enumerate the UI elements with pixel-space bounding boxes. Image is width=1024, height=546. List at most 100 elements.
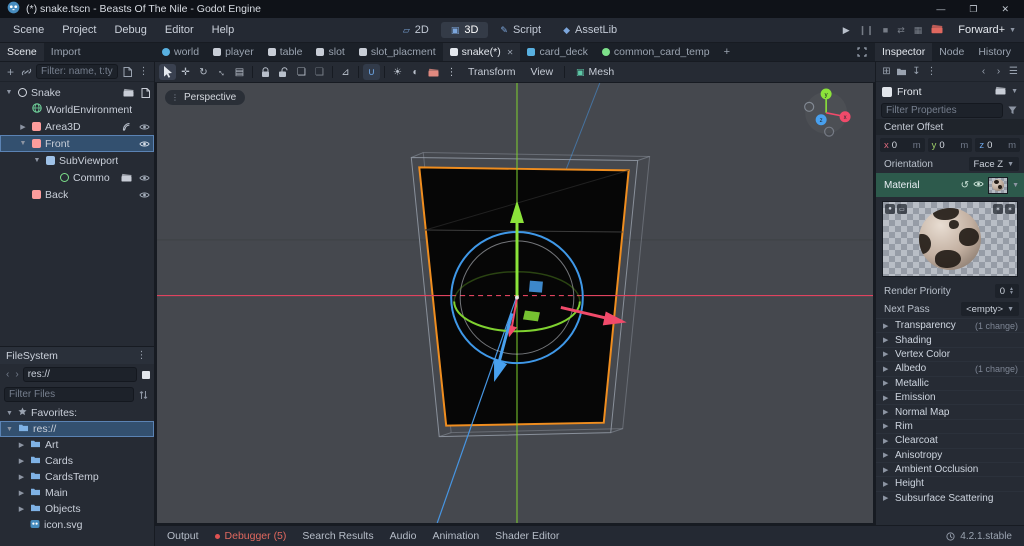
section-emission[interactable]: ▶ Emission <box>876 389 1024 404</box>
back-icon[interactable]: ‹ <box>4 369 11 380</box>
revert-icon[interactable]: ↺ <box>961 180 969 191</box>
section-albedo[interactable]: ▶ Albedo (1 change) <box>876 361 1024 375</box>
menu-debug[interactable]: Debug <box>105 21 155 39</box>
material-preview[interactable]: ● ▭ ✶ ✶ <box>882 201 1018 277</box>
section-subsurface-scattering[interactable]: ▶ Subsurface Scattering <box>876 490 1024 505</box>
new-scene-tab-button[interactable]: + <box>717 43 737 61</box>
menu-editor[interactable]: Editor <box>156 21 203 39</box>
remote-debug-icon[interactable]: ⇄ <box>897 25 905 36</box>
section-metallic[interactable]: ▶ Metallic <box>876 375 1024 390</box>
close-tab-icon[interactable]: ✕ <box>507 48 514 57</box>
preview-box-toggle-icon[interactable]: ▭ <box>897 204 907 214</box>
section-anisotropy[interactable]: ▶ Anisotropy <box>876 447 1024 462</box>
preview-sphere-toggle-icon[interactable]: ● <box>885 204 895 214</box>
tree-row-snake[interactable]: ▼ Snake <box>0 84 154 101</box>
tab-scene-dock[interactable]: Scene <box>0 43 44 61</box>
sun-icon[interactable]: ☀ <box>389 64 406 80</box>
section-vertex-color[interactable]: ▶ Vertex Color <box>876 346 1024 361</box>
workspace-3d[interactable]: ▣ 3D <box>440 22 489 38</box>
pause-button[interactable]: ❙❙ <box>859 25 874 36</box>
rotate-tool-icon[interactable]: ↻ <box>195 64 212 80</box>
resource-menu-icon[interactable]: ⋮ <box>925 65 938 79</box>
perspective-dropdown[interactable]: ⋮ Perspective <box>165 90 246 105</box>
signal-connection-icon[interactable] <box>122 122 132 131</box>
expand-viewport-icon[interactable] <box>849 43 875 61</box>
tab-history[interactable]: History <box>971 43 1018 61</box>
tree-row-worldenvironment[interactable]: WorldEnvironment <box>0 101 154 118</box>
tree-row-area3d[interactable]: ▶ Area3D <box>0 118 154 135</box>
scene-tab-slot[interactable]: slot <box>309 43 351 61</box>
audio-button[interactable]: Audio <box>390 530 417 542</box>
script-icon[interactable] <box>141 87 150 98</box>
viewport-menu-icon[interactable]: ⋮ <box>443 64 460 80</box>
scene-tab-slot-placment[interactable]: slot_placment <box>352 43 443 61</box>
expand-icon[interactable]: ▶ <box>17 441 26 449</box>
new-resource-icon[interactable]: ⊞ <box>880 65 893 79</box>
movie-maker-icon[interactable] <box>931 24 943 36</box>
collapse-icon[interactable]: ▼ <box>32 157 42 164</box>
expand-icon[interactable]: ▶ <box>17 457 26 465</box>
edited-node-row[interactable]: Front ▼ <box>876 82 1024 101</box>
visibility-eye-icon[interactable] <box>139 123 150 131</box>
sort-icon[interactable] <box>137 388 150 402</box>
tree-row-front[interactable]: ▼ Front <box>0 135 154 152</box>
save-resource-icon[interactable]: ↧ <box>910 65 923 79</box>
section-clearcoat[interactable]: ▶ Clearcoat <box>876 433 1024 447</box>
tree-row-back[interactable]: Back <box>0 186 154 203</box>
fs-row-objects[interactable]: ▶ Objects <box>0 501 154 517</box>
material-thumbnail[interactable] <box>988 176 1009 194</box>
scene-tab-world[interactable]: world <box>155 43 206 61</box>
add-node-button[interactable]: + <box>4 65 17 79</box>
list-select-tool-icon[interactable]: ▤ <box>231 64 248 80</box>
workspace-2d[interactable]: ▱ 2D <box>393 22 439 38</box>
shader-editor-button[interactable]: Shader Editor <box>495 530 559 542</box>
renderer-dropdown[interactable]: Forward+ ▼ <box>952 24 1016 36</box>
select-tool-icon[interactable] <box>159 64 176 80</box>
y-field[interactable]: y0m <box>927 138 973 152</box>
fs-row-main[interactable]: ▶ Main <box>0 485 154 501</box>
collapse-icon[interactable]: ▼ <box>18 140 28 147</box>
collapse-icon[interactable]: ▼ <box>4 89 14 96</box>
visibility-eye-icon[interactable] <box>139 174 150 182</box>
history-forward-icon[interactable]: › <box>992 65 1005 79</box>
section-shading[interactable]: ▶ Shading <box>876 332 1024 346</box>
fs-row-cards[interactable]: ▶ Cards <box>0 453 154 469</box>
lock-icon[interactable] <box>257 64 274 80</box>
property-center-offset[interactable]: Center Offset <box>876 119 1024 135</box>
play-button[interactable]: ▶ <box>843 25 850 36</box>
fs-row-favorites[interactable]: ▼ Favorites: <box>0 405 154 421</box>
property-material[interactable]: Material ↺ ▼ <box>876 173 1024 197</box>
animation-button[interactable]: Animation <box>432 530 479 542</box>
menu-scene[interactable]: Scene <box>4 21 53 39</box>
fs-row-cardstemp[interactable]: ▶ CardsTemp <box>0 469 154 485</box>
environment-icon[interactable]: ◐ <box>407 64 424 80</box>
render-priority-field[interactable]: 0 ▲ ▼ <box>994 284 1019 298</box>
fs-row-res[interactable]: ▼ res:// <box>0 421 154 437</box>
search-results-button[interactable]: Search Results <box>302 530 373 542</box>
visibility-eye-icon[interactable] <box>139 140 150 148</box>
play-custom-scene-button[interactable]: ▦ <box>914 25 923 36</box>
path-input[interactable] <box>22 367 137 382</box>
collapse-icon[interactable]: ▼ <box>5 410 14 417</box>
section-transparency[interactable]: ▶ Transparency (1 change) <box>876 318 1024 332</box>
version-info[interactable]: 4.2.1.stable <box>946 531 1012 542</box>
forward-icon[interactable]: › <box>13 369 20 380</box>
workspace-script[interactable]: ✎ Script <box>490 22 551 38</box>
instance-scene-button[interactable] <box>20 65 33 79</box>
gizmo-center[interactable] <box>515 295 519 300</box>
expand-icon[interactable]: ▶ <box>17 489 26 497</box>
fs-row-icon-svg[interactable]: icon.svg <box>0 517 154 533</box>
scene-tab-card-deck[interactable]: card_deck <box>520 43 594 61</box>
tab-inspector[interactable]: Inspector <box>875 43 933 61</box>
debugger-button[interactable]: Debugger (5) <box>214 530 286 542</box>
filesystem-filter-input[interactable] <box>4 387 134 402</box>
scene-tree-menu-icon[interactable]: ⋮ <box>137 65 150 79</box>
history-back-icon[interactable]: ‹ <box>977 65 990 79</box>
view-menu[interactable]: View <box>523 64 560 80</box>
menu-project[interactable]: Project <box>53 21 105 39</box>
visibility-eye-icon[interactable] <box>139 191 150 199</box>
menu-help[interactable]: Help <box>203 21 244 39</box>
orientation-dropdown[interactable]: Face Z ▼ <box>968 157 1019 171</box>
stepper-icon[interactable]: ▲ ▼ <box>1009 287 1014 296</box>
scene-filter-input[interactable] <box>36 64 118 79</box>
